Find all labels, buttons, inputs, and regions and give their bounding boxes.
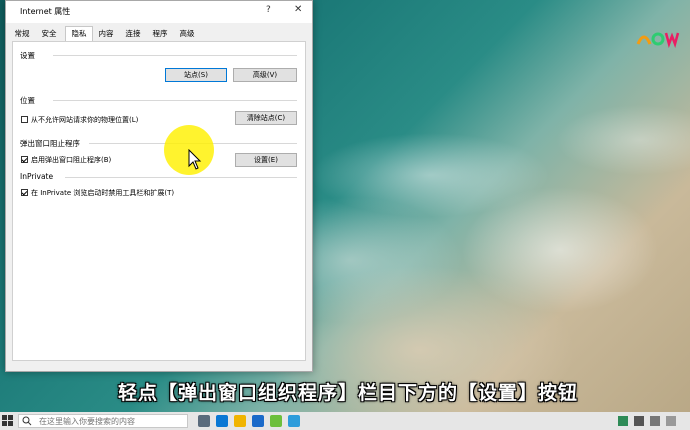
divider: [53, 55, 297, 56]
close-button[interactable]: ✕: [294, 4, 302, 15]
inprivate-checkbox[interactable]: [21, 189, 28, 196]
location-section-label: 位置: [20, 96, 35, 105]
task-view-icon[interactable]: [198, 415, 210, 427]
settings-section-label: 设置: [20, 51, 35, 60]
tab-advanced[interactable]: 高级: [176, 27, 198, 40]
divider: [65, 177, 297, 178]
popup-blocker-section-label: 弹出窗口阻止程序: [20, 139, 80, 148]
file-explorer-icon[interactable]: [234, 415, 246, 427]
watermark-logo: [636, 32, 680, 48]
location-checkbox[interactable]: [21, 116, 28, 123]
mouse-pointer-icon: [188, 149, 202, 170]
tab-security[interactable]: 安全: [38, 27, 60, 40]
inprivate-section-label: InPrivate: [20, 172, 54, 181]
popup-blocker-checkbox[interactable]: [21, 156, 28, 163]
windows-start-icon[interactable]: [2, 415, 13, 426]
tab-connections[interactable]: 连接: [122, 27, 144, 40]
tutorial-caption: 轻点【弹出窗口组织程序】栏目下方的【设置】按钮: [118, 382, 579, 404]
privacy-panel: 设置 站点(S) 高级(V) 位置 从不允许网站请求你的物理位置(L) 清除站点…: [12, 41, 306, 361]
inprivate-checkbox-label: 在 InPrivate 浏览启动时禁用工具栏和扩展(T): [31, 189, 175, 197]
popup-settings-button[interactable]: 设置(E): [235, 153, 297, 167]
internet-properties-dialog: Internet 属性 ? ✕ 常规 安全 隐私 内容 连接 程序 高级 设置 …: [5, 0, 313, 372]
advanced-button[interactable]: 高级(V): [233, 68, 297, 82]
taskbar-search-box[interactable]: [18, 414, 188, 428]
sites-button[interactable]: 站点(S): [165, 68, 227, 82]
search-icon: [22, 416, 32, 426]
window-title: Internet 属性: [20, 7, 71, 16]
tray-icon[interactable]: [666, 416, 676, 426]
tray-icon[interactable]: [634, 416, 644, 426]
ie-taskbar-icon[interactable]: [252, 415, 264, 427]
tab-general[interactable]: 常规: [11, 27, 33, 40]
popup-blocker-checkbox-label: 启用弹出窗口阻止程序(B): [31, 156, 112, 164]
clear-sites-button[interactable]: 清除站点(C): [235, 111, 297, 125]
help-button[interactable]: ?: [266, 5, 271, 15]
tab-programs[interactable]: 程序: [149, 27, 171, 40]
divider: [53, 100, 297, 101]
edge-icon[interactable]: [216, 415, 228, 427]
search-input[interactable]: [39, 416, 185, 426]
browser-icon[interactable]: [288, 415, 300, 427]
app-icon[interactable]: [270, 415, 282, 427]
tray-icon[interactable]: [650, 416, 660, 426]
tab-content[interactable]: 内容: [95, 27, 117, 40]
title-bar: Internet 属性 ? ✕: [6, 1, 312, 23]
tab-privacy[interactable]: 隐私: [65, 26, 93, 42]
tray-icon[interactable]: [618, 416, 628, 426]
location-checkbox-label: 从不允许网站请求你的物理位置(L): [31, 116, 139, 124]
taskbar: [0, 412, 690, 430]
